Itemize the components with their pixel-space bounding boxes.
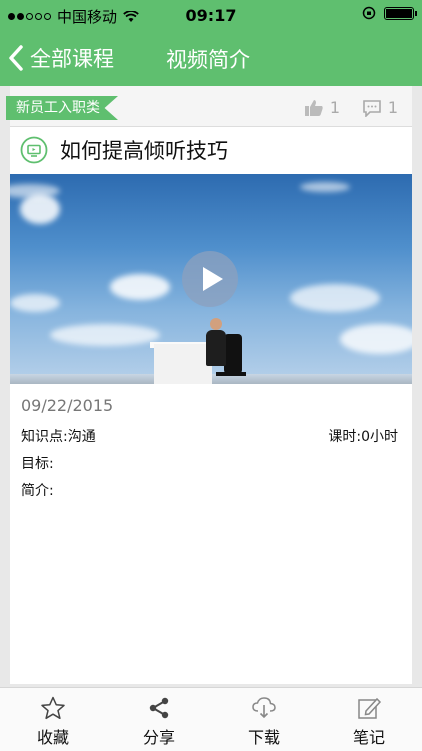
comment-icon [363, 99, 381, 117]
course-intro: 简介: [21, 483, 54, 499]
like-button[interactable]: 1 [304, 98, 340, 117]
back-button[interactable]: 全部课程 [8, 40, 114, 76]
course-hours: 课时:0小时 [328, 429, 398, 445]
knowledge-point: 知识点:沟通 [21, 429, 96, 445]
thumbs-up-icon [304, 99, 323, 116]
play-icon[interactable] [182, 251, 238, 307]
battery-icon [384, 6, 417, 20]
comment-button[interactable]: 1 [362, 98, 398, 117]
comment-count: 1 [387, 98, 398, 117]
note-edit-icon [358, 697, 382, 719]
status-bar: 中国移动 09:17 [0, 0, 422, 30]
tab-share-label: 分享 [142, 728, 175, 747]
course-title-row: 如何提高倾听技巧 [10, 127, 412, 173]
tab-download[interactable]: 下载 [211, 688, 317, 751]
tab-notes[interactable]: 笔记 [316, 688, 422, 751]
category-tag: 新员工入职类 [6, 96, 118, 120]
like-count: 1 [329, 98, 340, 117]
video-course-icon [20, 136, 48, 164]
back-label: 全部课程 [30, 47, 114, 71]
star-icon [41, 696, 65, 720]
share-icon [149, 697, 169, 719]
cloud-download-icon [252, 697, 276, 719]
course-date: 09/22/2015 [21, 396, 114, 415]
rotation-lock-icon [362, 6, 376, 20]
clock: 09:17 [185, 6, 237, 25]
page-title: 视频简介 [166, 48, 250, 72]
tab-share[interactable]: 分享 [106, 688, 212, 751]
tab-favorite[interactable]: 收藏 [0, 688, 106, 751]
nav-bar: 全部课程 视频简介 [0, 30, 422, 86]
bottom-tab-bar: 收藏 分享 下载 笔记 [0, 687, 422, 751]
video-player[interactable] [10, 174, 412, 384]
tab-notes-label: 笔记 [352, 728, 385, 747]
tab-favorite-label: 收藏 [36, 728, 69, 747]
course-meta-row: 新员工入职类 1 1 [6, 86, 412, 126]
course-title: 如何提高倾听技巧 [60, 139, 228, 163]
tab-download-label: 下载 [247, 728, 280, 747]
course-card: 新员工入职类 1 1 如何提高倾听技巧 09/22/2015 知识点:沟通 课时… [6, 86, 412, 684]
chevron-left-icon [9, 45, 23, 71]
course-goal: 目标: [21, 456, 54, 472]
